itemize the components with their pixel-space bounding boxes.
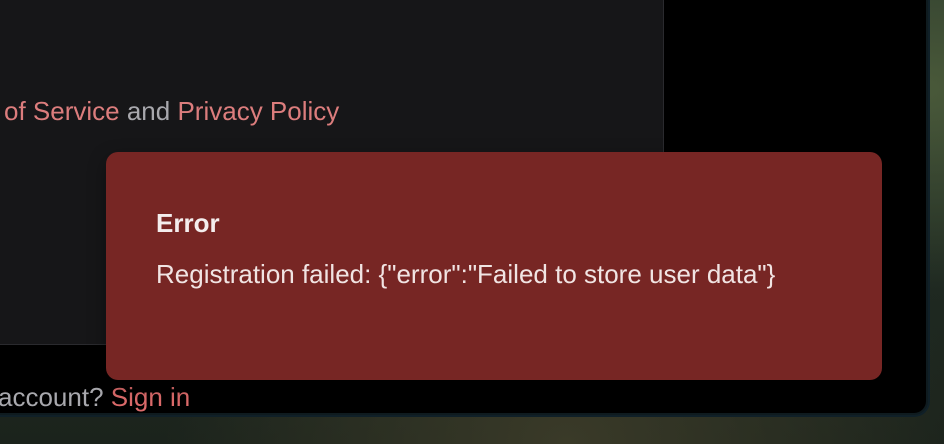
signin-prompt: account?	[0, 382, 104, 412]
error-toast[interactable]: Error Registration failed: {"error":"Fai…	[106, 152, 882, 380]
terms-of-service-link[interactable]: of Service	[4, 96, 120, 126]
toast-message: Registration failed: {"error":"Failed to…	[156, 259, 776, 289]
terms-and-text: and	[126, 96, 171, 126]
terms-text: of Service and Privacy Policy	[4, 96, 339, 127]
toast-title: Error	[156, 208, 220, 238]
signin-row: account? Sign in	[0, 382, 190, 413]
privacy-policy-link[interactable]: Privacy Policy	[177, 96, 339, 126]
sign-in-link[interactable]: Sign in	[111, 382, 191, 412]
